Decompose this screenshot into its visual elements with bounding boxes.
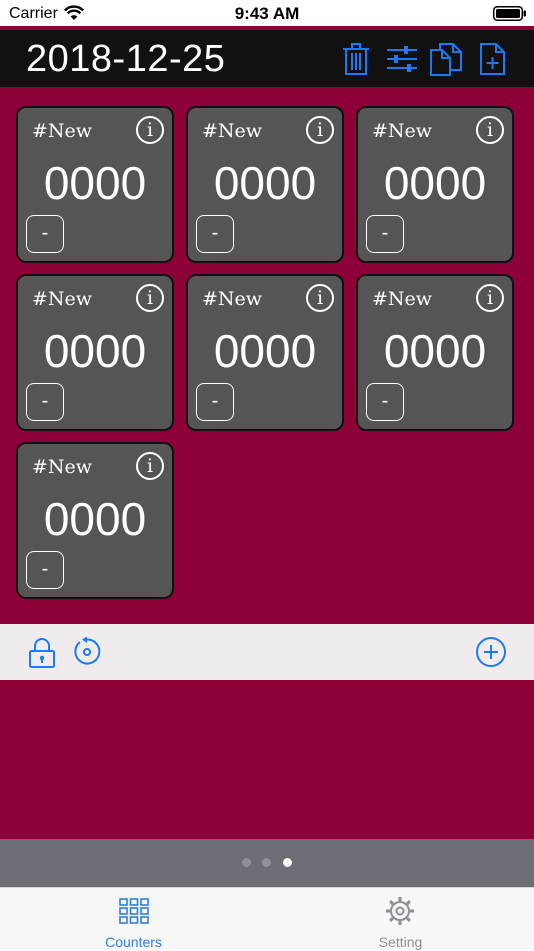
- decrement-button[interactable]: -: [196, 383, 234, 421]
- info-icon[interactable]: i: [476, 116, 504, 144]
- counter-card[interactable]: #New i 0000 -: [16, 442, 174, 599]
- decrement-button[interactable]: -: [26, 215, 64, 253]
- tab-setting[interactable]: Setting: [267, 888, 534, 951]
- sliders-icon[interactable]: [384, 41, 420, 77]
- tab-label: Setting: [378, 934, 423, 950]
- counter-name: #New: [32, 288, 93, 310]
- page-control[interactable]: [0, 839, 534, 887]
- counter-grid: #New i 0000 - #New i 0000 - #New i 0000 …: [0, 87, 534, 624]
- counter-name: #New: [202, 288, 263, 310]
- counter-value[interactable]: 0000: [18, 156, 172, 210]
- counter-value[interactable]: 0000: [18, 492, 172, 546]
- info-icon[interactable]: i: [136, 452, 164, 480]
- counter-card[interactable]: #New i 0000 -: [186, 106, 344, 263]
- decrement-button[interactable]: -: [26, 383, 64, 421]
- info-icon[interactable]: i: [476, 284, 504, 312]
- decrement-button[interactable]: -: [366, 215, 404, 253]
- info-icon[interactable]: i: [306, 116, 334, 144]
- copy-icon[interactable]: [428, 41, 464, 77]
- page-dot[interactable]: [262, 858, 271, 867]
- bottom-toolbar: [0, 624, 534, 680]
- counter-value[interactable]: 0000: [188, 324, 342, 378]
- counter-card[interactable]: #New i 0000 -: [356, 274, 514, 431]
- counter-name: #New: [202, 120, 263, 142]
- counter-card[interactable]: #New i 0000 -: [356, 106, 514, 263]
- counter-name: #New: [372, 120, 433, 142]
- counter-card[interactable]: #New i 0000 -: [16, 106, 174, 263]
- counter-card[interactable]: #New i 0000 -: [186, 274, 344, 431]
- trash-icon[interactable]: [338, 41, 374, 77]
- gear-icon: [386, 897, 414, 925]
- reset-icon[interactable]: [71, 636, 103, 668]
- grid-icon: [119, 898, 149, 924]
- page-dot[interactable]: [242, 858, 251, 867]
- empty-area: [0, 680, 534, 839]
- new-file-icon[interactable]: [474, 41, 510, 77]
- lock-icon[interactable]: [26, 636, 58, 668]
- decrement-button[interactable]: -: [26, 551, 64, 589]
- counter-value[interactable]: 0000: [18, 324, 172, 378]
- counter-name: #New: [32, 456, 93, 478]
- counter-name: #New: [32, 120, 93, 142]
- tab-label: Counters: [105, 934, 162, 950]
- decrement-button[interactable]: -: [196, 215, 234, 253]
- counter-value[interactable]: 0000: [358, 156, 512, 210]
- status-bar: Carrier 9:43 AM: [0, 0, 534, 26]
- tab-counters[interactable]: Counters: [0, 888, 267, 951]
- page-dot-active[interactable]: [283, 858, 292, 867]
- header-bar: 2018-12-25: [0, 30, 534, 87]
- battery-icon: [493, 6, 526, 21]
- info-icon[interactable]: i: [136, 284, 164, 312]
- counter-value[interactable]: 0000: [188, 156, 342, 210]
- date-title: 2018-12-25: [26, 38, 226, 80]
- info-icon[interactable]: i: [306, 284, 334, 312]
- info-icon[interactable]: i: [136, 116, 164, 144]
- add-circle-icon[interactable]: [475, 636, 507, 668]
- counter-value[interactable]: 0000: [358, 324, 512, 378]
- counter-card[interactable]: #New i 0000 -: [16, 274, 174, 431]
- counter-name: #New: [372, 288, 433, 310]
- tab-bar: Counters Setting: [0, 887, 534, 950]
- decrement-button[interactable]: -: [366, 383, 404, 421]
- status-time: 9:43 AM: [234, 4, 300, 23]
